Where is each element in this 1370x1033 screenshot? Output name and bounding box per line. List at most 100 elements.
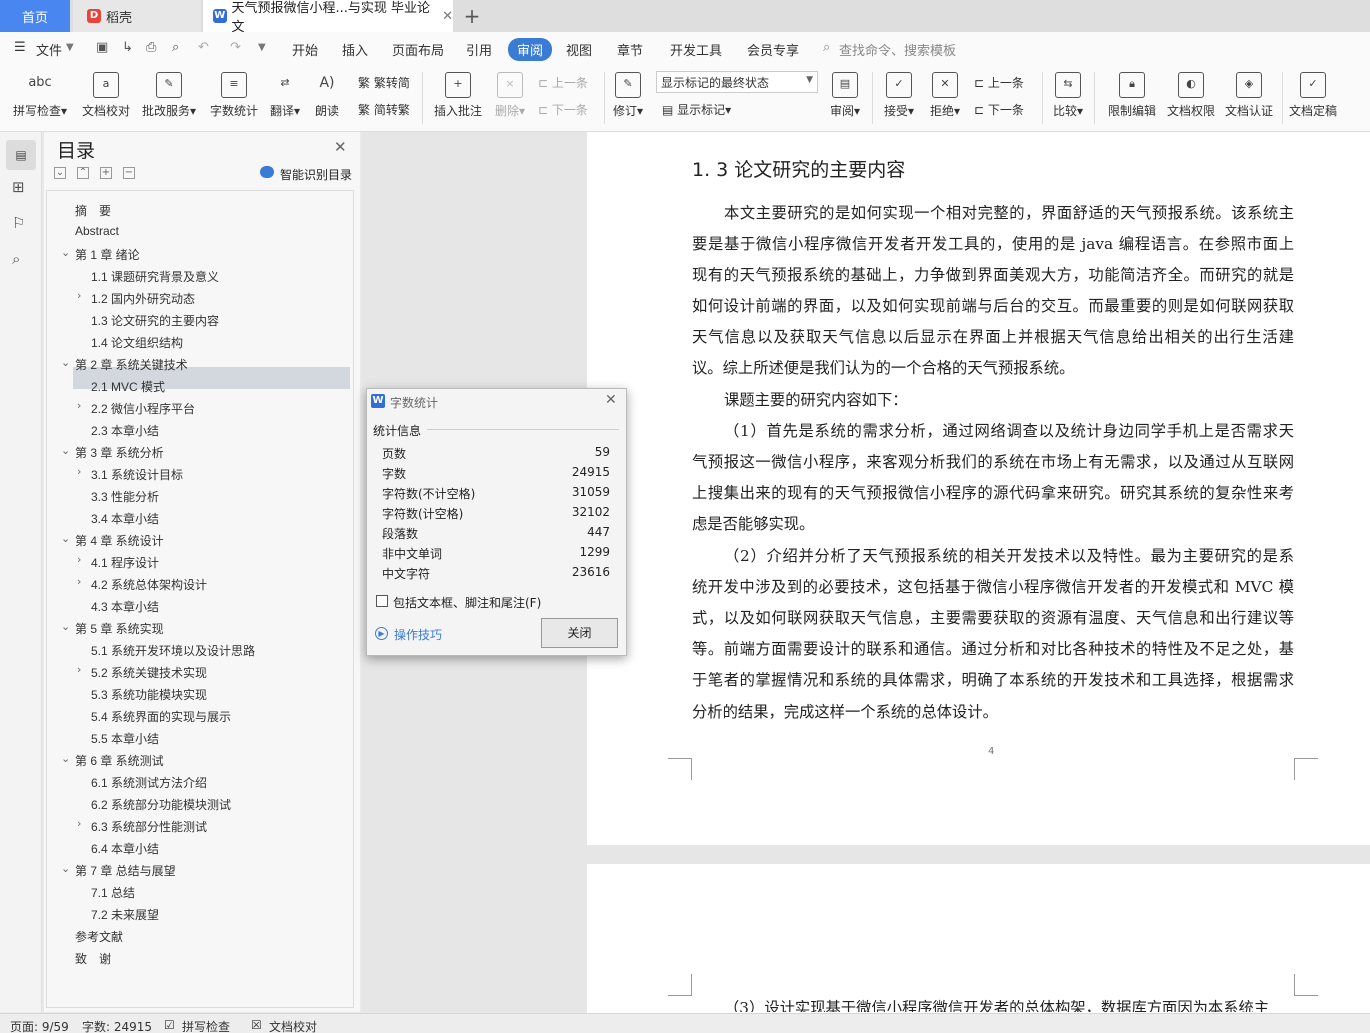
toc-item[interactable]: 6.3 系统部分性能测试 xyxy=(91,818,207,835)
toc-item[interactable]: 1.2 国内外研究动态 xyxy=(91,290,195,307)
print-icon[interactable]: ⎙ xyxy=(146,40,156,55)
toc-item[interactable]: 5.3 系统功能模块实现 xyxy=(91,686,207,703)
menu-devtools[interactable]: 开发工具 xyxy=(670,40,722,59)
toc-item[interactable]: 7.1 总结 xyxy=(91,884,135,901)
page-indicator[interactable]: 页面: 9/59 xyxy=(10,1018,69,1033)
file-chevron-icon[interactable]: ▼ xyxy=(66,42,74,53)
undo-icon[interactable]: ↶ xyxy=(198,40,209,55)
menu-chapter[interactable]: 章节 xyxy=(617,40,643,59)
menu-view[interactable]: 视图 xyxy=(566,40,592,59)
close-button[interactable]: 关闭 xyxy=(541,618,618,648)
tab-document[interactable]: W 天气预报微信小程...与实现 毕业论文 ✕ xyxy=(203,0,453,35)
collapse-all-icon[interactable]: ⌄ xyxy=(54,167,66,179)
file-menu[interactable]: 文件 xyxy=(36,40,62,59)
toc-item[interactable]: 摘 要 xyxy=(75,202,111,219)
document-page-next[interactable] xyxy=(587,864,1370,1014)
toc-item[interactable]: 第 7 章 总结与展望 xyxy=(75,862,176,879)
toc-item[interactable]: 4.1 程序设计 xyxy=(91,554,159,571)
doc-auth-button[interactable]: ◈ 文档认证 xyxy=(1222,70,1276,119)
doccheck-status-icon[interactable]: ☒ xyxy=(251,1018,262,1032)
toc-item[interactable]: 7.2 未来展望 xyxy=(91,906,159,923)
simp-to-trad-button[interactable]: 繁 简转繁 xyxy=(358,101,410,118)
toc-item[interactable]: 3.3 性能分析 xyxy=(91,488,159,505)
close-panel-icon[interactable]: ✕ xyxy=(334,138,347,156)
toc-item[interactable]: 第 3 章 系统分析 xyxy=(75,444,164,461)
next-change-button[interactable]: ⊏ 下一条 xyxy=(974,101,1024,118)
doc-permission-button[interactable]: ◐ 文档权限 xyxy=(1164,70,1218,119)
redo-icon[interactable]: ↷ xyxy=(230,40,241,55)
spellcheck-status-icon[interactable]: ☑ xyxy=(164,1018,175,1032)
close-tab-icon[interactable]: ✕ xyxy=(442,9,453,24)
chevron-down-icon[interactable]: ⌄ xyxy=(61,862,70,875)
chevron-right-icon[interactable]: › xyxy=(77,553,81,566)
chevron-down-icon[interactable]: ⌄ xyxy=(61,246,70,259)
menu-review[interactable]: 审阅 xyxy=(508,38,553,61)
toc-item[interactable]: 致 谢 xyxy=(75,950,111,967)
menu-reference[interactable]: 引用 xyxy=(466,40,492,59)
compare-button[interactable]: ⇆ 比较▾ xyxy=(1050,70,1086,119)
quick-access-chevron-icon[interactable]: ▼ xyxy=(258,42,266,53)
find-icon[interactable]: ⌕ xyxy=(12,250,30,268)
menu-start[interactable]: 开始 xyxy=(292,40,318,59)
toc-item[interactable]: 1.1 课题研究背景及意义 xyxy=(91,268,219,285)
trad-to-simp-button[interactable]: 繁 繁转简 xyxy=(358,74,410,91)
tab-daoke[interactable]: D 稻壳 xyxy=(73,0,201,32)
toc-item[interactable]: 4.2 系统总体架构设计 xyxy=(91,576,207,593)
chevron-down-icon[interactable]: ⌄ xyxy=(61,356,70,369)
prev-comment-button[interactable]: ⊏ 上一条 xyxy=(538,74,588,91)
chevron-down-icon[interactable]: ⌄ xyxy=(61,444,70,457)
add-level-icon[interactable]: + xyxy=(100,167,112,179)
new-tab-button[interactable]: + xyxy=(460,0,484,32)
toc-item[interactable]: 5.2 系统关键技术实现 xyxy=(91,664,207,681)
chevron-right-icon[interactable]: › xyxy=(77,289,81,302)
toc-item[interactable]: 3.4 本章小结 xyxy=(91,510,159,527)
toc-item[interactable]: Abstract xyxy=(75,224,119,238)
chevron-down-icon[interactable]: ⌄ xyxy=(61,752,70,765)
toc-item[interactable]: 4.3 本章小结 xyxy=(91,598,159,615)
save-icon[interactable]: ▣ xyxy=(96,40,108,55)
expand-all-icon[interactable]: ⌃ xyxy=(77,167,89,179)
chevron-right-icon[interactable]: › xyxy=(77,465,81,478)
toc-item[interactable]: 5.1 系统开发环境以及设计思路 xyxy=(91,642,255,659)
spellcheck-button[interactable]: abc 拼写检查▾ xyxy=(10,70,70,119)
toc-item[interactable]: 5.4 系统界面的实现与展示 xyxy=(91,708,231,725)
accept-button[interactable]: ✓ 接受▾ xyxy=(880,70,918,119)
remove-level-icon[interactable]: − xyxy=(123,167,135,179)
chevron-right-icon[interactable]: › xyxy=(77,399,81,412)
chevron-down-icon[interactable]: ⌄ xyxy=(61,620,70,633)
outline-icon[interactable]: ⊞ xyxy=(12,178,30,196)
wordcount-button[interactable]: ≡ 字数统计 xyxy=(206,70,262,119)
menu-insert[interactable]: 插入 xyxy=(342,40,368,59)
prev-change-button[interactable]: ⊏ 上一条 xyxy=(974,74,1024,91)
command-search-input[interactable]: 查找命令、搜索模板 xyxy=(839,40,956,59)
toc-item[interactable]: 3.1 系统设计目标 xyxy=(91,466,183,483)
export-icon[interactable]: ↳ xyxy=(122,40,133,55)
toc-item[interactable]: 第 4 章 系统设计 xyxy=(75,532,164,549)
toc-item[interactable]: 5.5 本章小结 xyxy=(91,730,159,747)
hamburger-icon[interactable]: ☰ xyxy=(14,40,26,55)
smart-toc-button[interactable]: 智能识别目录 xyxy=(280,166,352,183)
next-comment-button[interactable]: ⊏ 下一条 xyxy=(538,101,588,118)
toc-item[interactable]: 第 1 章 绪论 xyxy=(75,246,140,263)
toc-item[interactable]: 2.2 微信小程序平台 xyxy=(91,400,195,417)
chevron-down-icon[interactable]: ⌄ xyxy=(61,532,70,545)
toc-item[interactable]: 参考文献 xyxy=(75,928,123,945)
reject-button[interactable]: ✕ 拒绝▾ xyxy=(926,70,964,119)
toc-item[interactable]: 第 5 章 系统实现 xyxy=(75,620,164,637)
finalize-button[interactable]: ✓ 文档定稿 xyxy=(1286,70,1340,119)
doccheck-status[interactable]: 文档校对 xyxy=(269,1018,317,1033)
include-footnotes-checkbox[interactable] xyxy=(376,595,388,607)
chevron-right-icon[interactable]: › xyxy=(77,817,81,830)
delete-comment-button[interactable]: × 删除▾ xyxy=(490,70,530,119)
bookmark-icon[interactable]: ⚐ xyxy=(12,214,30,232)
toc-item[interactable]: 第 6 章 系统测试 xyxy=(75,752,164,769)
search-icon[interactable]: ⌕ xyxy=(823,40,830,55)
toc-item[interactable]: 2.1 MVC 模式 xyxy=(91,378,165,395)
doccheck-button[interactable]: a 文档校对 xyxy=(78,70,134,119)
preview-icon[interactable]: ⌕ xyxy=(172,40,179,55)
revise-button[interactable]: ✎ 修订▾ xyxy=(610,70,646,119)
toc-item[interactable]: 2.3 本章小结 xyxy=(91,422,159,439)
toc-item[interactable]: 第 2 章 系统关键技术 xyxy=(75,356,188,373)
spellcheck-status[interactable]: 拼写检查 xyxy=(182,1018,230,1033)
toc-item[interactable]: 6.4 本章小结 xyxy=(91,840,159,857)
